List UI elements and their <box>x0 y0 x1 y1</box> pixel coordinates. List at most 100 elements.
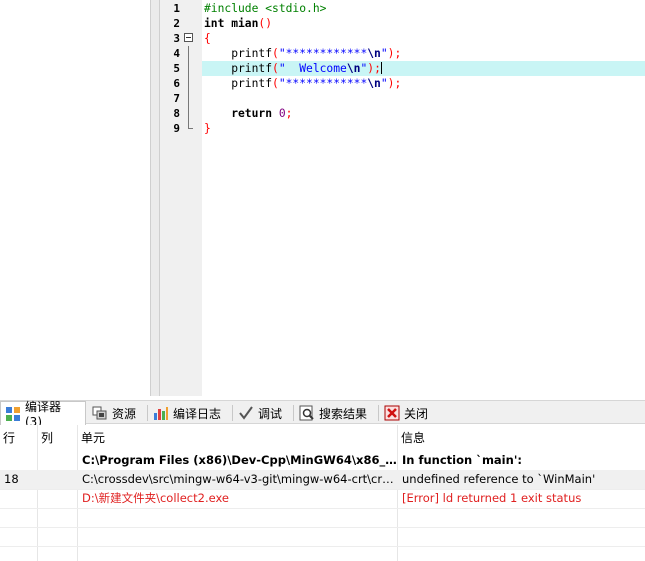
code-token: ); <box>387 47 402 60</box>
row-divider <box>0 527 645 528</box>
table-row[interactable]: 18 C:\crossdev\src\mingw-w64-v3-git\ming… <box>0 470 645 489</box>
code-token: " <box>380 47 388 60</box>
code-token: ); <box>367 62 381 75</box>
tab-divider <box>378 405 379 421</box>
code-editor[interactable]: #include <stdio.h> int mian(){ printf("**… <box>202 0 645 396</box>
cell-unit: D:\新建文件夹\collect2.exe <box>82 491 230 505</box>
code-token: printf <box>204 77 273 90</box>
fold-end-guide <box>188 121 193 129</box>
panel-splitter[interactable] <box>150 0 160 396</box>
line-number: 3 <box>173 32 180 45</box>
tab-divider <box>147 405 148 421</box>
line-number: 2 <box>173 17 180 30</box>
code-token: printf <box>204 47 273 60</box>
code-token: \n <box>367 77 381 90</box>
tab-compile-log[interactable]: 编译日志 <box>149 402 231 424</box>
tab-divider <box>232 405 233 421</box>
fold-line <box>184 46 194 61</box>
code-token: #include <stdio.h> <box>204 2 327 15</box>
code-token: mian <box>224 17 259 30</box>
column-header-unit[interactable]: 单元 <box>78 425 397 451</box>
cell-line <box>0 451 37 470</box>
tab-divider <box>293 405 294 421</box>
line-number: 1 <box>173 2 180 15</box>
code-token: () <box>258 17 273 30</box>
code-line[interactable]: int mian() <box>204 16 272 31</box>
tab-debug[interactable]: 调试 <box>234 402 292 424</box>
code-token: printf <box>204 62 273 75</box>
code-line[interactable]: printf(" Welcome\n"); <box>204 61 382 76</box>
fold-line <box>184 91 194 106</box>
cell-line: 18 <box>4 472 19 486</box>
fold-guide <box>188 106 189 121</box>
code-token: } <box>204 122 211 135</box>
resources-icon <box>92 405 108 421</box>
code-token: ); <box>387 77 402 90</box>
code-line[interactable]: { <box>204 31 211 46</box>
line-number: 5 <box>173 62 180 75</box>
code-line[interactable]: return 0; <box>204 106 292 121</box>
code-token: 0 <box>278 107 286 120</box>
code-line[interactable]: printf("************\n"); <box>204 76 401 91</box>
tab-label: 资源 <box>112 406 137 421</box>
code-line[interactable]: #include <stdio.h> <box>204 1 326 16</box>
code-token: int <box>204 17 225 30</box>
code-token: \n <box>367 47 381 60</box>
fold-guide <box>188 61 189 76</box>
tab-close[interactable]: 关闭 <box>380 402 436 424</box>
column-header-message[interactable]: 信息 <box>398 425 645 451</box>
debug-check-icon <box>238 405 254 421</box>
fold-line <box>184 76 194 91</box>
column-header-line[interactable]: 行 <box>0 425 37 451</box>
line-number-gutter: 1 2 3 4 5 6 7 8 9 <box>160 0 202 396</box>
code-token: ( <box>272 77 279 90</box>
table-row[interactable]: C:\Program Files (x86)\Dev-Cpp\MinGW64\x… <box>0 451 645 470</box>
cell-unit: C:\crossdev\src\mingw-w64-v3-git\mingw-w… <box>82 472 397 486</box>
compile-log-chart-icon <box>153 405 169 421</box>
cell-message: In function `main': <box>402 453 522 467</box>
code-token: \n <box>346 62 361 75</box>
code-token: ; <box>285 107 293 120</box>
tab-label: 调试 <box>258 406 283 421</box>
cell-message: undefined reference to `WinMain' <box>402 472 596 486</box>
cell-column <box>38 470 77 489</box>
code-line[interactable]: printf("************\n"); <box>204 46 401 61</box>
table-row[interactable]: D:\新建文件夹\collect2.exe [Error] ld returne… <box>0 489 645 508</box>
tab-label: 编译日志 <box>173 406 222 421</box>
code-token: "************ <box>278 77 368 90</box>
cell-unit: C:\Program Files (x86)\Dev-Cpp\MinGW64\x… <box>82 453 397 467</box>
editor-area: 123456789 #include <stdio.h> int mian(){ … <box>0 0 645 396</box>
compiler-grid-icon <box>5 406 21 422</box>
tab-search-results[interactable]: 搜索结果 <box>295 402 377 424</box>
line-number: 6 <box>173 77 180 90</box>
cell-line <box>0 489 37 508</box>
cell-message: [Error] ld returned 1 exit status <box>402 491 582 505</box>
cell-column <box>38 451 77 470</box>
search-results-icon <box>299 405 315 421</box>
code-token: { <box>204 32 211 45</box>
line-number: 8 <box>173 107 180 120</box>
tab-resources[interactable]: 资源 <box>88 402 146 424</box>
fold-guide <box>188 76 189 91</box>
fold-line <box>184 61 194 76</box>
code-token: " Welcome <box>278 62 347 75</box>
fold-line <box>184 106 194 121</box>
row-divider <box>0 546 645 547</box>
code-token: ( <box>272 47 279 60</box>
tab-label: 关闭 <box>404 406 429 421</box>
fold-end <box>184 121 194 136</box>
code-line[interactable]: } <box>204 121 211 136</box>
code-token: "************ <box>278 47 368 60</box>
line-number: 9 <box>173 122 180 135</box>
column-header-column[interactable]: 列 <box>38 425 77 451</box>
code-token: ( <box>272 62 279 75</box>
fold-collapse-icon[interactable] <box>184 31 194 46</box>
code-token: return <box>204 107 273 120</box>
text-caret <box>380 62 382 74</box>
line-number: 7 <box>173 92 180 105</box>
compiler-messages-table: 行 列 单元 信息 C:\Program Files (x86)\Dev-Cpp… <box>0 425 645 561</box>
fold-guide <box>188 91 189 106</box>
tab-compiler[interactable]: 编译器 (3) <box>0 400 86 429</box>
cell-column <box>38 489 77 508</box>
